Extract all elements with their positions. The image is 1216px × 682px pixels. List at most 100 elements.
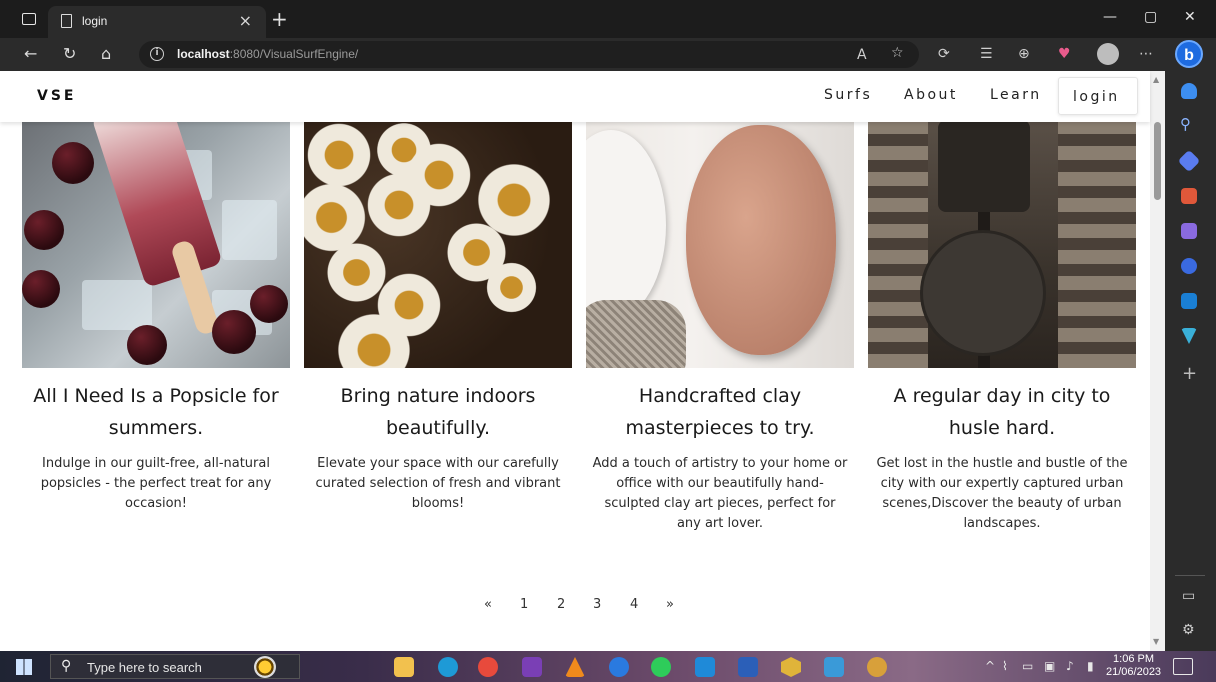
edge-sidebar: ⚲ + ▭ ⚙ — [1165, 71, 1216, 651]
card-clay[interactable]: Handcrafted clay masterpieces to try. Ad… — [586, 120, 854, 534]
taskbar-clock[interactable]: 1:06 PM 21/06/2023 — [1106, 653, 1161, 679]
card-title: Bring nature indoors beautifully. — [340, 385, 536, 439]
signal-icon[interactable] — [609, 657, 629, 677]
nav-about[interactable]: About — [904, 87, 958, 103]
read-aloud-icon[interactable]: A — [857, 47, 867, 63]
search-icon: ⚲ — [61, 658, 72, 674]
more-menu-icon[interactable]: ⋯ — [1139, 46, 1153, 62]
add-sidebar-item-icon[interactable]: + — [1182, 363, 1197, 384]
address-bar[interactable]: i localhost:8080/VisualSurfEngine/ A ☆ — [139, 41, 919, 68]
microsoft-365-icon[interactable] — [1181, 258, 1197, 274]
favorites-icon[interactable]: ☰ — [980, 46, 993, 62]
clock-time: 1:06 PM — [1113, 653, 1155, 665]
split-screen-icon[interactable]: ▭ — [1182, 588, 1195, 604]
clay-art-image — [586, 120, 854, 368]
collections-icon[interactable]: ⊕ — [1018, 46, 1030, 62]
card-city[interactable]: A regular day in city to husle hard. Get… — [868, 120, 1136, 534]
site-info-icon[interactable]: i — [150, 47, 164, 61]
file-explorer-icon[interactable] — [394, 657, 414, 677]
login-label: login — [1073, 89, 1120, 105]
tray-overflow-icon[interactable]: ^ — [985, 659, 995, 673]
tab-close-icon[interactable]: × — [239, 11, 252, 30]
pagination-next[interactable]: » — [666, 597, 674, 612]
photos-icon[interactable] — [824, 657, 844, 677]
popsicle-image — [22, 120, 290, 368]
minimize-icon[interactable]: — — [1103, 9, 1117, 25]
extensions-icon[interactable]: ⟳ — [938, 46, 950, 62]
notifications-icon[interactable] — [1181, 83, 1197, 99]
scrollbar-thumb[interactable] — [1154, 122, 1161, 200]
battery-icon[interactable]: ▮ — [1087, 659, 1094, 673]
outlook-icon[interactable] — [1181, 293, 1197, 309]
tools-icon[interactable] — [1181, 188, 1197, 204]
page-scrollbar[interactable]: ▲ ▼ — [1150, 71, 1165, 651]
nav-learn[interactable]: Learn — [990, 87, 1042, 103]
vscode-icon[interactable] — [695, 657, 715, 677]
card-description: Elevate your space with our carefully cu… — [315, 456, 561, 511]
game-icon[interactable] — [867, 657, 887, 677]
taskbar-search-placeholder: Type here to search — [87, 660, 202, 675]
pagination-page-2[interactable]: 2 — [557, 597, 565, 612]
visual-studio-icon[interactable] — [522, 657, 542, 677]
daisies-image — [304, 120, 572, 368]
pagination-prev[interactable]: « — [484, 597, 492, 612]
city-street-image — [868, 120, 1136, 368]
restore-icon[interactable]: ▢ — [1144, 9, 1157, 25]
card-title: A regular day in city to husle hard. — [893, 385, 1111, 439]
tray-message-icon[interactable]: ▣ — [1044, 659, 1055, 673]
tray-app-icon[interactable]: ▭ — [1022, 659, 1033, 673]
windows-start-icon[interactable] — [16, 659, 32, 675]
home-icon[interactable]: ⌂ — [101, 44, 111, 63]
pagination-page-1[interactable]: 1 — [520, 597, 528, 612]
new-tab-icon[interactable]: + — [271, 7, 288, 31]
bing-chat-icon[interactable]: b — [1175, 40, 1203, 68]
search-icon[interactable]: ⚲ — [1180, 115, 1191, 133]
tab-login[interactable]: login × — [48, 6, 266, 38]
page-icon — [61, 14, 72, 28]
card-description: Add a touch of artistry to your home or … — [592, 456, 848, 531]
chrome-icon[interactable] — [478, 657, 498, 677]
refresh-icon[interactable]: ↻ — [63, 44, 76, 63]
weather-icon[interactable] — [254, 656, 276, 678]
vlc-icon[interactable] — [565, 657, 585, 677]
shopping-tag-icon[interactable] — [1177, 149, 1201, 173]
heart-icon[interactable]: ♥ — [1058, 46, 1071, 62]
card-daisies[interactable]: Bring nature indoors beautifully. Elevat… — [304, 120, 572, 514]
login-button[interactable]: login — [1058, 77, 1138, 115]
card-description: Indulge in our guilt-free, all-natural p… — [40, 456, 272, 511]
word-icon[interactable] — [738, 657, 758, 677]
edge-icon[interactable] — [438, 657, 458, 677]
network-icon[interactable]: ⌇ — [1002, 659, 1008, 673]
app-hexagon-icon[interactable] — [781, 657, 801, 677]
drop-icon[interactable] — [1181, 328, 1197, 344]
favorite-star-icon[interactable]: ☆ — [891, 45, 904, 61]
workspaces-icon[interactable] — [22, 13, 36, 25]
card-popsicle[interactable]: All I Need Is a Popsicle for summers. In… — [22, 120, 290, 514]
card-title: All I Need Is a Popsicle for summers. — [33, 385, 279, 439]
close-window-icon[interactable]: ✕ — [1184, 9, 1196, 25]
volume-icon[interactable]: ♪ — [1066, 659, 1074, 673]
taskbar-search[interactable]: ⚲ Type here to search — [50, 654, 300, 679]
whatsapp-icon[interactable] — [651, 657, 671, 677]
pagination-page-4[interactable]: 4 — [630, 597, 638, 612]
clock-date: 21/06/2023 — [1106, 666, 1162, 678]
url-text: localhost:8080/VisualSurfEngine/ — [177, 47, 359, 61]
sidebar-divider — [1175, 575, 1205, 576]
sidebar-settings-icon[interactable]: ⚙ — [1182, 622, 1195, 638]
nav-surfs[interactable]: Surfs — [824, 87, 872, 103]
card-title: Handcrafted clay masterpieces to try. — [625, 385, 815, 439]
profile-avatar[interactable] — [1097, 43, 1119, 65]
card-description: Get lost in the hustle and bustle of the… — [876, 456, 1128, 531]
browser-toolbar: ← ↻ ⌂ i localhost:8080/VisualSurfEngine/… — [0, 38, 1216, 71]
tab-title: login — [82, 14, 108, 28]
browser-tab-bar: login × + — ▢ ✕ — [0, 0, 1216, 38]
brand-logo[interactable]: VSE — [37, 88, 76, 104]
games-icon[interactable] — [1181, 223, 1197, 239]
scroll-down-icon[interactable]: ▼ — [1153, 637, 1159, 646]
windows-taskbar: ⚲ Type here to search ^ ⌇ ▭ ▣ ♪ ▮ 1:06 P… — [0, 651, 1216, 682]
pagination-page-3[interactable]: 3 — [593, 597, 601, 612]
back-icon[interactable]: ← — [24, 44, 37, 63]
action-center-icon[interactable] — [1173, 658, 1193, 675]
page-viewport: VSE Surfs About Learn login All I Need I… — [0, 71, 1165, 651]
scroll-up-icon[interactable]: ▲ — [1153, 75, 1159, 84]
